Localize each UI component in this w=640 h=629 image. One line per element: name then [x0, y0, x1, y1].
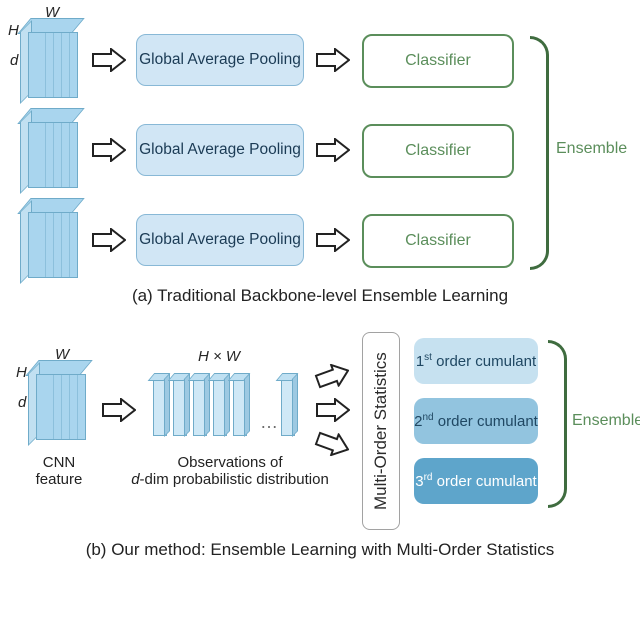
classifier-label: Classifier — [405, 52, 471, 70]
multi-order-statistics-box: Multi-Order Statistics — [362, 332, 400, 530]
brace-icon — [530, 36, 549, 270]
observations-label: Observations of d-dim probabilistic dist… — [120, 454, 340, 488]
gap-box-1: Global Average Pooling — [136, 34, 304, 86]
arrow-icon — [316, 398, 350, 422]
label-H: H — [8, 22, 19, 39]
mos-label: Multi-Order Statistics — [371, 352, 391, 510]
caption-b: (b) Our method: Ensemble Learning with M… — [0, 540, 640, 560]
classifier-box-1: Classifier — [362, 34, 514, 88]
label-d-b: d — [18, 394, 26, 411]
ensemble-label-a: Ensemble — [556, 140, 627, 158]
figure: W H d Global Average Pooling Global Aver… — [0, 0, 640, 629]
caption-a: (a) Traditional Backbone-level Ensemble … — [0, 286, 640, 306]
backbone-cube-2 — [20, 108, 76, 186]
gap-box-2: Global Average Pooling — [136, 124, 304, 176]
arrow-icon — [102, 398, 136, 422]
arrow-icon — [316, 48, 350, 72]
label-d: d — [10, 52, 18, 69]
classifier-box-2: Classifier — [362, 124, 514, 178]
brace-icon — [548, 340, 567, 508]
gap-label: Global Average Pooling — [139, 141, 301, 159]
observation-stick-tail — [278, 378, 298, 444]
cumulant-2-box: 2nd order cumulant — [414, 398, 538, 444]
arrow-icon — [316, 138, 350, 162]
backbone-cube-1 — [20, 18, 76, 96]
cumulant-3-label: 3rd order cumulant — [415, 472, 536, 490]
gap-label: Global Average Pooling — [139, 231, 301, 249]
ensemble-label-b: Ensemble — [572, 412, 640, 430]
arrow-icon — [92, 228, 126, 252]
arrow-icon — [313, 359, 353, 393]
ellipsis-icon: … — [260, 412, 278, 433]
cumulant-2-label: 2nd order cumulant — [414, 412, 538, 430]
cnn-cube — [28, 360, 84, 438]
arrow-icon — [92, 138, 126, 162]
backbone-cube-3 — [20, 198, 76, 276]
arrow-icon — [316, 228, 350, 252]
cumulant-3-box: 3rd order cumulant — [414, 458, 538, 504]
classifier-box-3: Classifier — [362, 214, 514, 268]
classifier-label: Classifier — [405, 142, 471, 160]
classifier-label: Classifier — [405, 232, 471, 250]
arrow-icon — [92, 48, 126, 72]
cumulant-1-box: 1st order cumulant — [414, 338, 538, 384]
label-HxW: H × W — [198, 348, 240, 365]
gap-box-3: Global Average Pooling — [136, 214, 304, 266]
cnn-feature-label: CNN feature — [20, 454, 98, 488]
observation-sticks — [150, 378, 250, 444]
cumulant-1-label: 1st order cumulant — [416, 352, 536, 370]
label-H-b: H — [16, 364, 27, 381]
gap-label: Global Average Pooling — [139, 51, 301, 69]
